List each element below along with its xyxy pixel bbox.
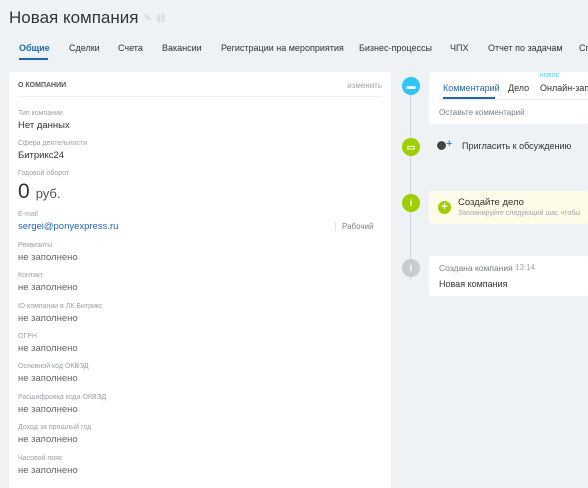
field-label: Тип компании [18, 110, 63, 117]
field-label: Сфера деятельности [18, 140, 88, 147]
tab-business-processes[interactable]: Бизнес-процессы [359, 43, 432, 53]
tab-task-report[interactable]: Отчет по задачам [488, 43, 563, 53]
history-text: Новая компания [439, 279, 508, 289]
timeline-editor: Комментарий Дело Онлайн-запи Оставьте ко… [429, 72, 588, 124]
info-icon: i [402, 194, 420, 212]
chat-icon: ▭ [402, 138, 420, 156]
field-label: Часовой пояс [18, 455, 63, 462]
field-value: Нет данных [18, 120, 70, 131]
field-timezone: Часовой пояс не заполнено [18, 455, 78, 476]
field-value: не заполнено [18, 343, 78, 354]
plus-circle-icon: + [438, 201, 451, 214]
field-value: не заполнено [18, 282, 78, 293]
field-label: Реквизиты [18, 242, 53, 249]
card-header: О компании изменить [18, 81, 382, 97]
field-value: Битрикс24 [18, 150, 65, 161]
plus-icon: + [446, 138, 453, 150]
card-title: О компании [18, 82, 67, 89]
new-badge: НОВОЕ [540, 73, 560, 79]
create-task-subtitle: Запланируйте следующий шаг, чтобы [458, 210, 581, 217]
pencil-icon[interactable]: ✎ [144, 14, 152, 23]
divider [439, 99, 588, 100]
edit-link[interactable]: изменить [347, 81, 382, 90]
tab-online-booking[interactable]: Онлайн-запи [540, 83, 588, 93]
field-label: Доход за прошлый год [18, 424, 92, 431]
tab-activity[interactable]: Дело [508, 83, 529, 93]
history-title: Создана компания [439, 263, 513, 273]
field-value: не заполнено [18, 252, 78, 263]
tab-chpx[interactable]: ЧПХ [450, 43, 468, 53]
email-link[interactable]: sergei@ponyexpress.ru [18, 221, 118, 232]
page-title: Новая компания [9, 8, 139, 27]
field-label: E-mail [18, 211, 38, 218]
field-value: не заполнено [18, 465, 78, 476]
revenue-amount: 0 [18, 180, 30, 203]
field-last-year-income: Доход за прошлый год не заполнено [18, 424, 91, 445]
create-task-panel[interactable]: + Создайте дело Запланируйте следующий ш… [429, 191, 588, 224]
invite-label: Пригласить к обсуждению [462, 141, 572, 151]
tab-more[interactable]: Сп [579, 43, 588, 53]
field-email: E-mail sergei@ponyexpress.ru [18, 211, 118, 232]
history-info-icon: i [402, 259, 420, 277]
tab-comment[interactable]: Комментарий [443, 83, 500, 93]
field-requisites: Реквизиты не заполнено [18, 242, 78, 263]
field-contact: Контакт не заполнено [18, 272, 78, 293]
create-task-title: Создайте дело [458, 197, 524, 208]
history-time: 13:14 [515, 263, 536, 272]
timeline-line [410, 90, 411, 280]
field-value: не заполнено [18, 404, 78, 415]
field-ogrn: ОГРН не заполнено [18, 333, 78, 354]
tab-deals[interactable]: Сделки [69, 43, 100, 53]
field-value: не заполнено [18, 434, 78, 445]
comment-input[interactable]: Оставьте комментарий [439, 108, 525, 117]
active-tab-indicator [19, 58, 48, 60]
title-actions: ✎ ⛓ [144, 14, 166, 23]
tab-event-registrations[interactable]: Регистрации на мероприятия [221, 43, 344, 53]
field-company-type: Тип компании Нет данных [18, 110, 70, 131]
field-label: ID компании в ЛК Битрикс [18, 303, 103, 310]
tab-general[interactable]: Общие [19, 43, 50, 53]
revenue-currency: руб. [35, 186, 61, 201]
link-icon[interactable]: ⛓ [155, 14, 166, 23]
field-label: Основной код ОКВЭД [18, 363, 89, 370]
email-type-label: Рабочий [335, 222, 373, 231]
field-value: не заполнено [18, 373, 78, 384]
tab-invoices[interactable]: Счета [118, 43, 143, 53]
field-value: не заполнено [18, 313, 78, 324]
field-okved-decode: Расшифровка кода ОКВЭД не заполнено [18, 394, 106, 415]
field-label: Годовой оборот [18, 170, 70, 177]
history-item: Создана компания 13:14 Новая компания [429, 256, 588, 296]
field-label: Контакт [18, 272, 44, 279]
company-info-card: О компании изменить Тип компании Нет дан… [9, 72, 391, 488]
comment-icon: ▬ [402, 77, 420, 95]
page-header: Новая компания ✎ ⛓ Общие Сделки Счета Ва… [0, 0, 588, 62]
field-okved: Основной код ОКВЭД не заполнено [18, 363, 89, 384]
field-lk-id: ID компании в ЛК Битрикс не заполнено [18, 303, 103, 324]
field-label: ОГРН [18, 333, 37, 340]
field-industry: Сфера деятельности Битрикс24 [18, 140, 87, 161]
tab-vacancies[interactable]: Вакансии [162, 43, 202, 53]
field-label: Расшифровка кода ОКВЭД [18, 394, 107, 401]
field-annual-revenue: Годовой оборот 0 руб. [18, 170, 69, 204]
